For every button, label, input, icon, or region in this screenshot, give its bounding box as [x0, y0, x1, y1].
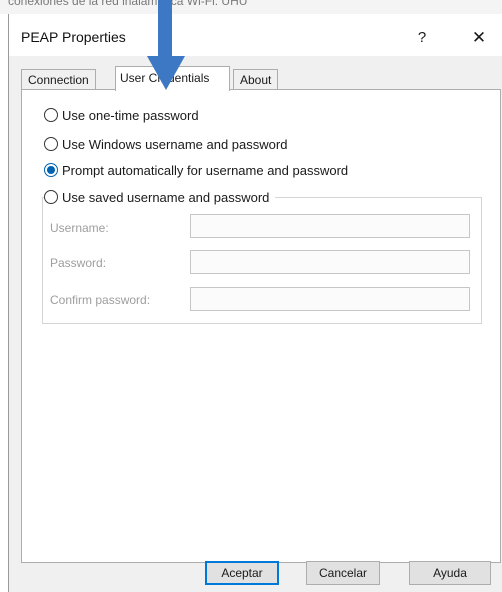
- close-icon[interactable]: ✕: [472, 28, 486, 47]
- background-window-titlebar: conexiones de la red inalámbrica Wi-Fi: …: [0, 0, 502, 14]
- password-input[interactable]: [190, 250, 470, 274]
- help-button-ayuda[interactable]: Ayuda: [409, 561, 491, 585]
- tab-connection[interactable]: Connection: [21, 69, 96, 90]
- option-label: Prompt automatically for username and pa…: [62, 162, 349, 178]
- radio-prompt-automatically[interactable]: [44, 163, 58, 177]
- option-prompt-automatically[interactable]: Prompt automatically for username and pa…: [44, 161, 348, 179]
- option-label: Use saved username and password: [62, 189, 270, 205]
- confirm-password-input[interactable]: [190, 287, 470, 311]
- radio-saved-credentials[interactable]: [44, 190, 58, 204]
- option-label: Use one-time password: [62, 107, 199, 123]
- user-credentials-panel: Use one-time password Use Windows userna…: [21, 89, 501, 563]
- arrow-head: [147, 56, 185, 90]
- help-button[interactable]: ?: [407, 24, 437, 52]
- dialog-title: PEAP Properties: [21, 29, 126, 45]
- username-input[interactable]: [190, 214, 470, 238]
- ok-button[interactable]: Aceptar: [205, 561, 279, 585]
- tab-about[interactable]: About: [233, 69, 279, 90]
- arrow-shaft: [158, 0, 172, 60]
- confirm-password-label: Confirm password:: [50, 293, 151, 307]
- radio-windows-credentials[interactable]: [44, 137, 58, 151]
- option-label: Use Windows username and password: [62, 136, 288, 152]
- cancel-button[interactable]: Cancelar: [306, 561, 380, 585]
- option-one-time-password[interactable]: Use one-time password: [44, 106, 199, 124]
- peap-properties-dialog: PEAP Properties ? ✕ Connection User Cred…: [8, 14, 502, 592]
- username-label: Username:: [50, 221, 109, 235]
- password-label: Password:: [50, 256, 107, 270]
- background-window-title: conexiones de la red inalámbrica Wi-Fi: …: [8, 0, 248, 8]
- close-button[interactable]: ✕: [464, 24, 494, 52]
- dialog-titlebar: PEAP Properties ? ✕: [9, 14, 502, 56]
- option-saved-credentials[interactable]: Use saved username and password: [44, 188, 276, 206]
- arrow-down-icon: [147, 0, 185, 90]
- option-windows-credentials[interactable]: Use Windows username and password: [44, 135, 287, 153]
- radio-one-time-password[interactable]: [44, 108, 58, 122]
